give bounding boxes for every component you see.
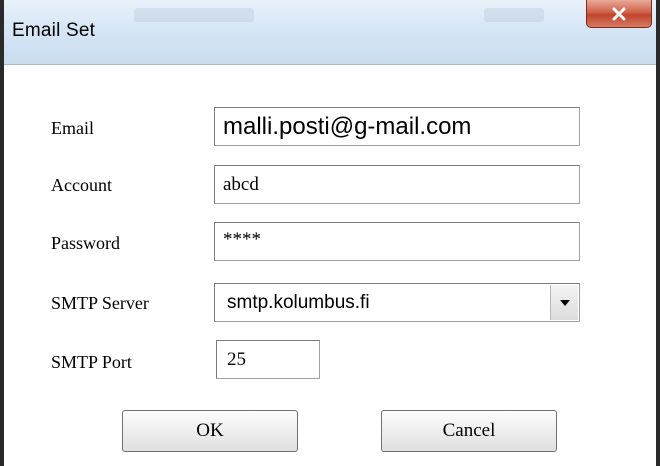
chevron-down-icon	[559, 299, 570, 306]
title-bar[interactable]: Email Set	[4, 0, 656, 65]
cancel-button[interactable]: Cancel	[381, 410, 557, 452]
password-field[interactable]: ****	[214, 222, 580, 261]
password-label: Password	[51, 233, 121, 253]
close-icon	[612, 7, 626, 20]
window-border-right	[656, 0, 660, 466]
smtp-port-field[interactable]: 25	[216, 340, 320, 379]
title-bar-reflection	[134, 8, 254, 22]
title-bar-reflection	[484, 8, 544, 22]
smtp-server-select[interactable]: smtp.kolumbus.fi	[214, 283, 580, 322]
email-field[interactable]: malli.posti@g-mail.com	[214, 107, 580, 146]
smtp-server-value: smtp.kolumbus.fi	[227, 291, 370, 313]
dialog-body: Email malli.posti@g-mail.com Account abc…	[4, 65, 656, 466]
smtp-server-label: SMTP Server	[51, 293, 149, 313]
close-button[interactable]	[586, 0, 652, 28]
smtp-server-dropdown-button[interactable]	[550, 285, 578, 320]
email-label: Email	[51, 118, 94, 138]
account-label: Account	[51, 175, 112, 195]
smtp-port-label: SMTP Port	[51, 352, 132, 372]
account-field[interactable]: abcd	[214, 165, 580, 204]
window-title: Email Set	[12, 20, 96, 41]
ok-button[interactable]: OK	[122, 410, 298, 452]
email-set-dialog: Email Set Email malli.posti@g-mail.com A…	[0, 0, 660, 466]
